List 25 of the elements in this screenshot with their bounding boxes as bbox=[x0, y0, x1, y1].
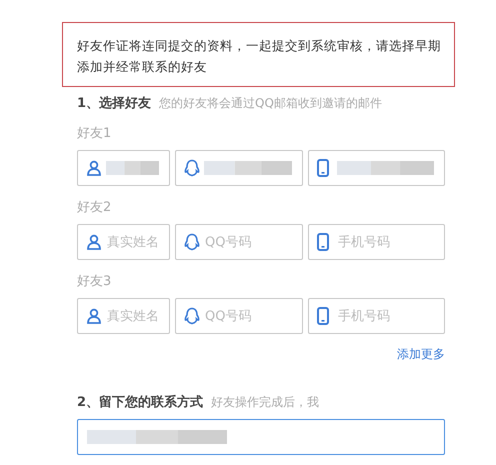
person-icon bbox=[86, 160, 102, 176]
section-hint: 您的好友将会通过QQ邮箱收到邀请的邮件 bbox=[159, 95, 382, 112]
notice-text: 好友作证将连同提交的资料，一起提交到系统审核，请选择早期添加并经常联系的好友 bbox=[62, 22, 455, 87]
section-title: 1、选择好友 bbox=[77, 95, 152, 112]
friend-label: 好友1 bbox=[77, 125, 112, 142]
phone-icon bbox=[317, 307, 329, 325]
section-title: 2、留下您的联系方式 bbox=[77, 394, 204, 411]
phone-icon bbox=[317, 233, 329, 251]
input-field[interactable]: QQ号码 bbox=[175, 298, 303, 334]
penguin-outline-icon bbox=[184, 233, 200, 251]
person-icon bbox=[86, 234, 102, 250]
blurred-value-drawing bbox=[106, 159, 159, 177]
penguin-outline-icon bbox=[184, 159, 200, 177]
input-field[interactable]: 手机号码 bbox=[308, 298, 445, 334]
input-field[interactable]: QQ号码 bbox=[175, 224, 303, 260]
input-field[interactable]: 手机号码 bbox=[308, 224, 445, 260]
phone-icon bbox=[317, 159, 329, 177]
section-hint: 好友操作完成后，我 bbox=[211, 394, 320, 411]
friend-label: 好友3 bbox=[77, 273, 112, 290]
input-field[interactable]: 真实姓名 bbox=[77, 298, 170, 334]
penguin-outline-icon bbox=[184, 307, 200, 325]
friend-label: 好友2 bbox=[77, 199, 112, 216]
input-field[interactable]: 真实姓名 bbox=[77, 224, 170, 260]
person-icon bbox=[86, 308, 102, 324]
add-more-link[interactable]: 添加更多 bbox=[77, 346, 445, 363]
